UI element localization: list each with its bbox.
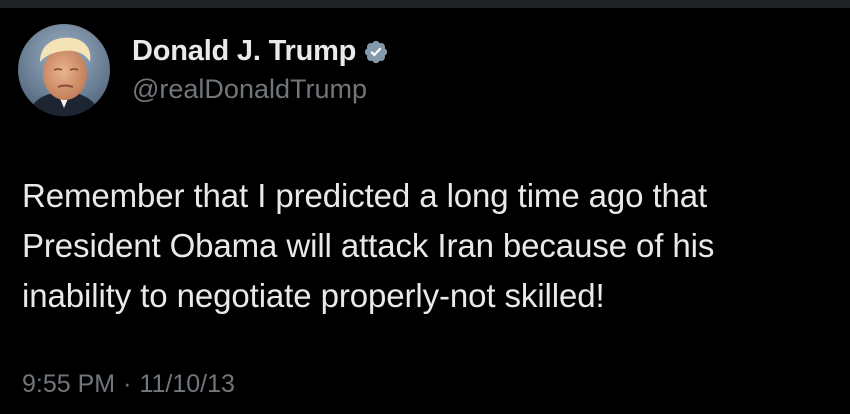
- author-identity: Donald J. Trump @realDonaldTrump: [132, 35, 389, 105]
- profile-avatar[interactable]: [18, 24, 110, 116]
- top-edge-strip: [0, 0, 850, 8]
- avatar-image: [18, 24, 110, 116]
- timestamp-separator: ·: [123, 370, 132, 398]
- tweet-date[interactable]: 11/10/13: [139, 370, 234, 399]
- tweet-text: Remember that I predicted a long time ag…: [22, 171, 832, 321]
- tweet-timestamp: 9:55 PM · 11/10/13: [22, 370, 235, 399]
- tweet-time[interactable]: 9:55 PM: [22, 370, 115, 399]
- verified-badge-icon: [363, 39, 389, 65]
- tweet-text-line: President Obama will attack Iran because…: [22, 227, 715, 264]
- author-display-name[interactable]: Donald J. Trump: [132, 35, 356, 68]
- name-row: Donald J. Trump: [132, 35, 389, 68]
- tweet-header: Donald J. Trump @realDonaldTrump: [18, 22, 389, 118]
- author-handle[interactable]: @realDonaldTrump: [132, 74, 389, 105]
- tweet-text-line: Remember that I predicted a long time ag…: [22, 177, 708, 214]
- tweet-card: Donald J. Trump @realDonaldTrump Remembe…: [0, 8, 850, 414]
- tweet-text-line: inability to negotiate properly-not skil…: [22, 277, 605, 314]
